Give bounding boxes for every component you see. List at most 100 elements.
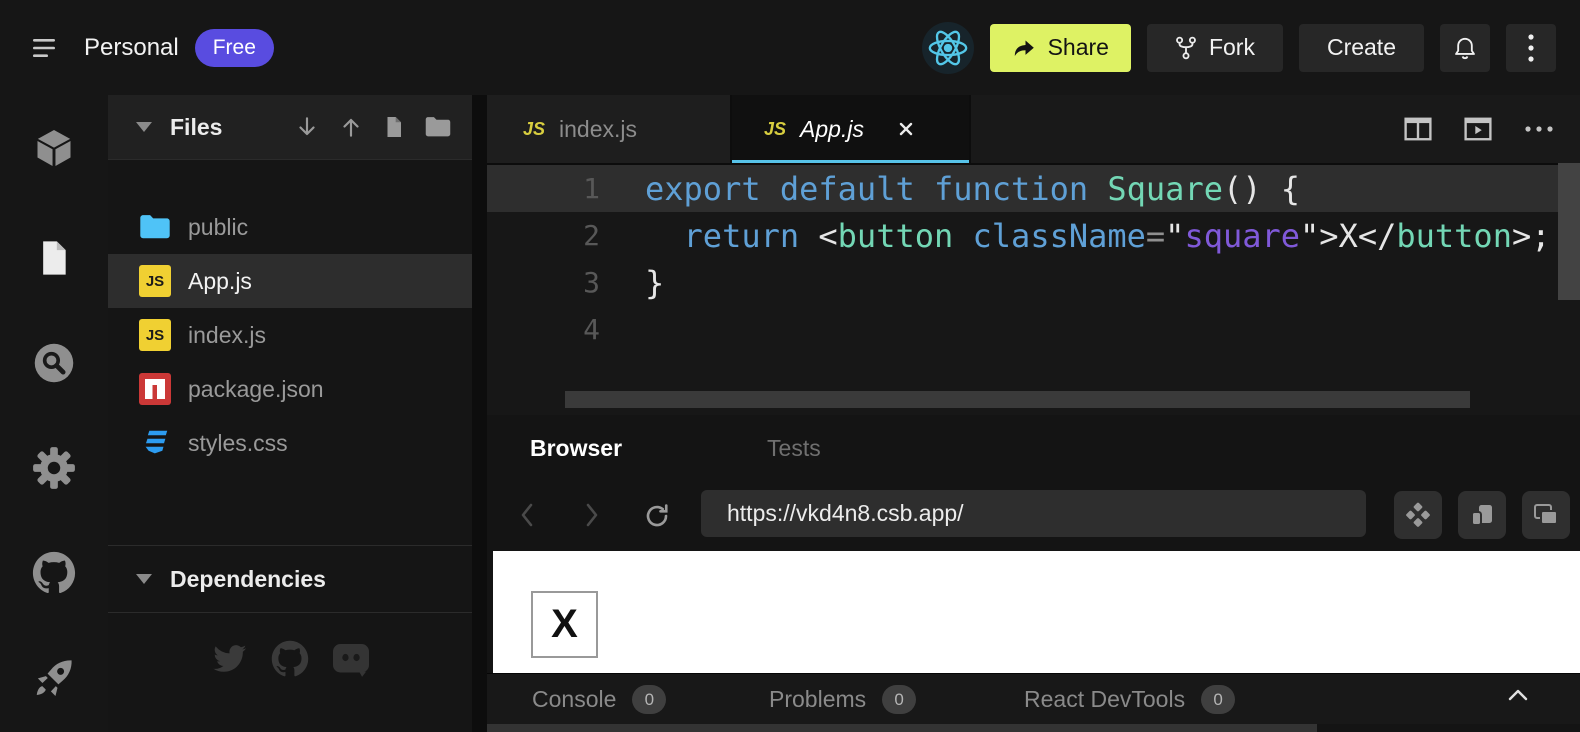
file-row[interactable]: public <box>108 200 472 254</box>
files-header-actions <box>294 114 452 140</box>
console-item-label: Problems <box>769 686 866 713</box>
new-file-icon <box>382 114 406 140</box>
count-badge: 0 <box>882 685 916 714</box>
new-folder-button[interactable] <box>424 115 452 139</box>
cube-icon <box>32 126 76 170</box>
editor-actions <box>1404 95 1580 163</box>
deployment-button[interactable] <box>31 655 77 701</box>
tab-label: App.js <box>800 116 864 143</box>
tests-tab[interactable]: Tests <box>767 435 821 462</box>
download-icon <box>294 114 320 140</box>
more-options-button[interactable] <box>1506 24 1556 72</box>
js-file-icon: JS <box>764 119 786 140</box>
file-row[interactable]: package.json <box>108 362 472 416</box>
bottom-scrollbar-thumb[interactable] <box>487 724 1317 732</box>
file-row[interactable]: styles.css <box>108 416 472 470</box>
code-text: return <button className="square">X</but… <box>600 217 1550 255</box>
split-editor-button[interactable] <box>1404 117 1432 141</box>
share-button[interactable]: Share <box>990 24 1131 72</box>
browser-tab[interactable]: Browser <box>530 435 622 462</box>
line-number: 3 <box>487 266 600 299</box>
top-bar-actions: Share Fork Create <box>922 0 1556 95</box>
console-item-label: React DevTools <box>1024 686 1185 713</box>
workspace-name[interactable]: Personal <box>84 34 179 62</box>
file-list: public JSApp.jsJSindex.js package.json styl… <box>108 200 472 470</box>
js-file-icon: JS <box>523 119 545 140</box>
active-tab-underline <box>732 160 969 163</box>
code-line[interactable]: 3} <box>487 259 1580 306</box>
preview-play-icon <box>1464 117 1492 141</box>
create-button[interactable]: Create <box>1299 24 1424 72</box>
code-editor[interactable]: 1export default function Square() {2 ret… <box>487 165 1580 415</box>
discord-link[interactable] <box>331 641 371 677</box>
square-button[interactable]: X <box>531 591 598 658</box>
back-icon <box>517 499 537 531</box>
tab-app-js[interactable]: JS App.js <box>732 95 971 163</box>
tab-index-js[interactable]: JS index.js <box>487 95 732 163</box>
file-row[interactable]: JSApp.js <box>108 254 472 308</box>
console-bar: Console0 Problems 0 React DevTools0 <box>487 673 1580 724</box>
new-file-button[interactable] <box>382 114 406 140</box>
console-bar-item[interactable]: React DevTools0 <box>1024 674 1235 725</box>
file-name: public <box>188 214 248 241</box>
file-name: index.js <box>188 322 266 349</box>
open-external-button[interactable] <box>1522 491 1570 539</box>
download-button[interactable] <box>294 114 320 140</box>
forward-icon <box>582 499 602 531</box>
dependencies-section-header[interactable]: Dependencies <box>108 545 472 613</box>
code-line[interactable]: 2 return <button className="square">X</b… <box>487 212 1580 259</box>
console-bar-item[interactable]: Problems 0 <box>769 674 916 725</box>
devtools-diamonds-icon <box>1405 502 1431 528</box>
kebab-icon <box>1527 33 1535 63</box>
file-name: package.json <box>188 376 324 403</box>
panel-resize-handle[interactable] <box>472 95 487 732</box>
sandbox-button[interactable] <box>31 125 77 171</box>
share-button-label: Share <box>1048 34 1109 61</box>
search-button[interactable] <box>31 340 77 386</box>
chevron-down-icon <box>136 122 152 132</box>
hamburger-icon <box>33 38 57 58</box>
explorer-button[interactable] <box>31 235 77 281</box>
console-bar-item[interactable]: Console0 <box>532 674 666 725</box>
url-input[interactable]: https://vkd4n8.csb.app/ <box>701 490 1366 537</box>
folder-icon <box>138 210 172 244</box>
close-tab-button[interactable] <box>898 121 914 137</box>
search-icon <box>32 341 76 385</box>
rocket-icon <box>32 656 76 700</box>
refresh-button[interactable] <box>642 501 672 531</box>
file-row[interactable]: JSindex.js <box>108 308 472 362</box>
toggle-preview-button[interactable] <box>1464 117 1492 141</box>
twitter-link[interactable] <box>209 641 249 677</box>
code-text: } <box>600 264 664 302</box>
chevron-down-icon <box>136 574 152 584</box>
github-link[interactable] <box>271 640 309 678</box>
responsive-preview-button[interactable] <box>1458 491 1506 539</box>
menu-button[interactable] <box>28 33 62 63</box>
code-line[interactable]: 1export default function Square() { <box>487 165 1580 212</box>
back-button[interactable] <box>517 499 537 531</box>
upload-button[interactable] <box>338 114 364 140</box>
create-button-label: Create <box>1327 34 1396 61</box>
split-view-icon <box>1404 117 1432 141</box>
files-section-header[interactable]: Files <box>108 95 472 160</box>
devtools-button[interactable] <box>1394 491 1442 539</box>
notifications-button[interactable] <box>1440 24 1490 72</box>
collapse-panel-button[interactable] <box>1505 686 1531 704</box>
horizontal-scrollbar-thumb[interactable] <box>565 391 1470 408</box>
vertical-scrollbar-thumb[interactable] <box>1558 163 1580 300</box>
gear-icon <box>32 446 76 490</box>
dependencies-section-title: Dependencies <box>170 566 326 593</box>
more-dots-icon <box>1524 125 1554 133</box>
code-line[interactable]: 4 <box>487 306 1580 353</box>
new-folder-icon <box>424 115 452 139</box>
forward-button[interactable] <box>582 499 602 531</box>
fork-button-label: Fork <box>1209 34 1255 61</box>
editor-more-button[interactable] <box>1524 125 1554 133</box>
editor-tab-bar: JS index.js JS App.js <box>487 95 1580 165</box>
github-panel-button[interactable] <box>31 550 77 596</box>
tab-label: index.js <box>559 116 637 143</box>
fork-button[interactable]: Fork <box>1147 24 1283 72</box>
settings-button[interactable] <box>31 445 77 491</box>
bell-icon <box>1452 35 1478 61</box>
file-name: styles.css <box>188 430 288 457</box>
